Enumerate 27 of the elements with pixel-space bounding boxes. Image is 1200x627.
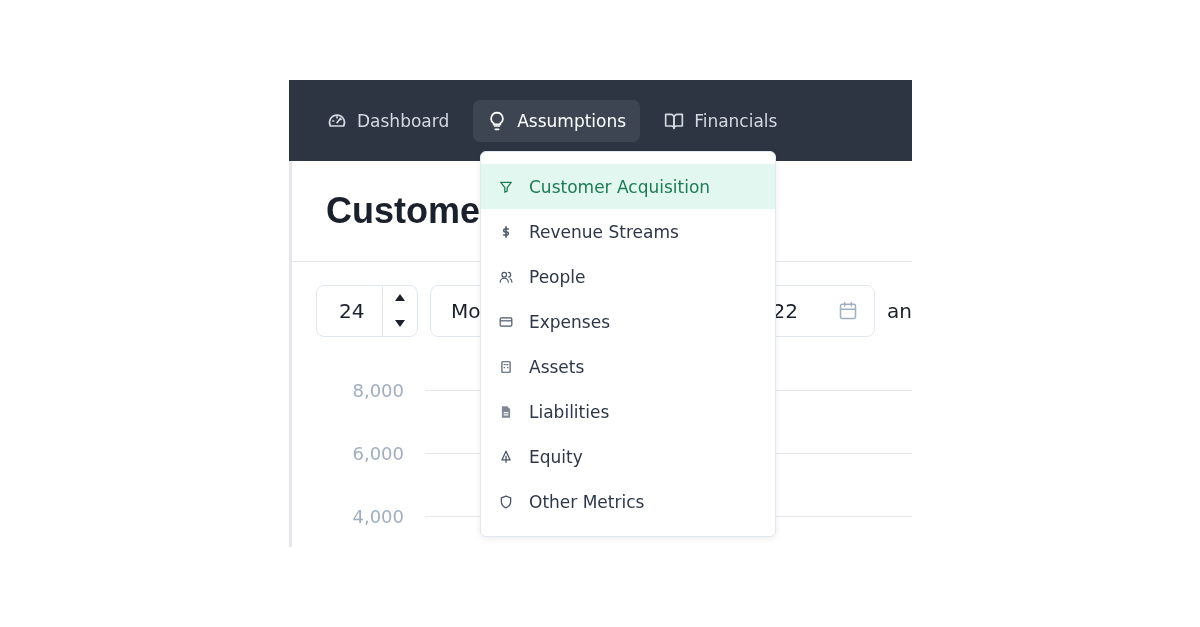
- page-heading: Custome: [326, 190, 481, 232]
- menu-item[interactable]: Expenses: [481, 299, 775, 344]
- up-arrow-icon[interactable]: [393, 293, 406, 303]
- y-axis-tick-label: 8,000: [351, 380, 404, 401]
- people-icon: [499, 269, 513, 284]
- nav-tab[interactable]: Dashboard: [313, 99, 464, 142]
- building-icon: [499, 359, 513, 374]
- shield-icon: [499, 494, 513, 509]
- number-field[interactable]: 24: [316, 284, 418, 337]
- document-icon: [499, 404, 513, 419]
- down-arrow-icon[interactable]: [393, 318, 406, 328]
- menu-item[interactable]: Liabilities: [481, 389, 775, 434]
- menu-item[interactable]: Other Metrics: [481, 479, 775, 524]
- filter-icon: [499, 179, 513, 194]
- nav-tab[interactable]: Financials: [650, 99, 792, 142]
- credit-card-icon: [499, 314, 513, 329]
- menu-item[interactable]: Equity: [481, 434, 775, 479]
- menu-item[interactable]: People: [481, 254, 775, 299]
- label-text: an: [887, 298, 912, 323]
- y-axis-tick-label: 4,000: [351, 506, 404, 527]
- tree-icon: [499, 449, 513, 464]
- calendar-icon: [838, 300, 859, 321]
- menu-item[interactable]: Assets: [481, 344, 775, 389]
- y-axis-tick-label: 6,000: [351, 443, 404, 464]
- nav-tab[interactable]: Assumptions: [473, 99, 641, 142]
- menu-item[interactable]: Revenue Streams: [481, 209, 775, 254]
- menu-item[interactable]: Customer Acquisition: [481, 164, 775, 209]
